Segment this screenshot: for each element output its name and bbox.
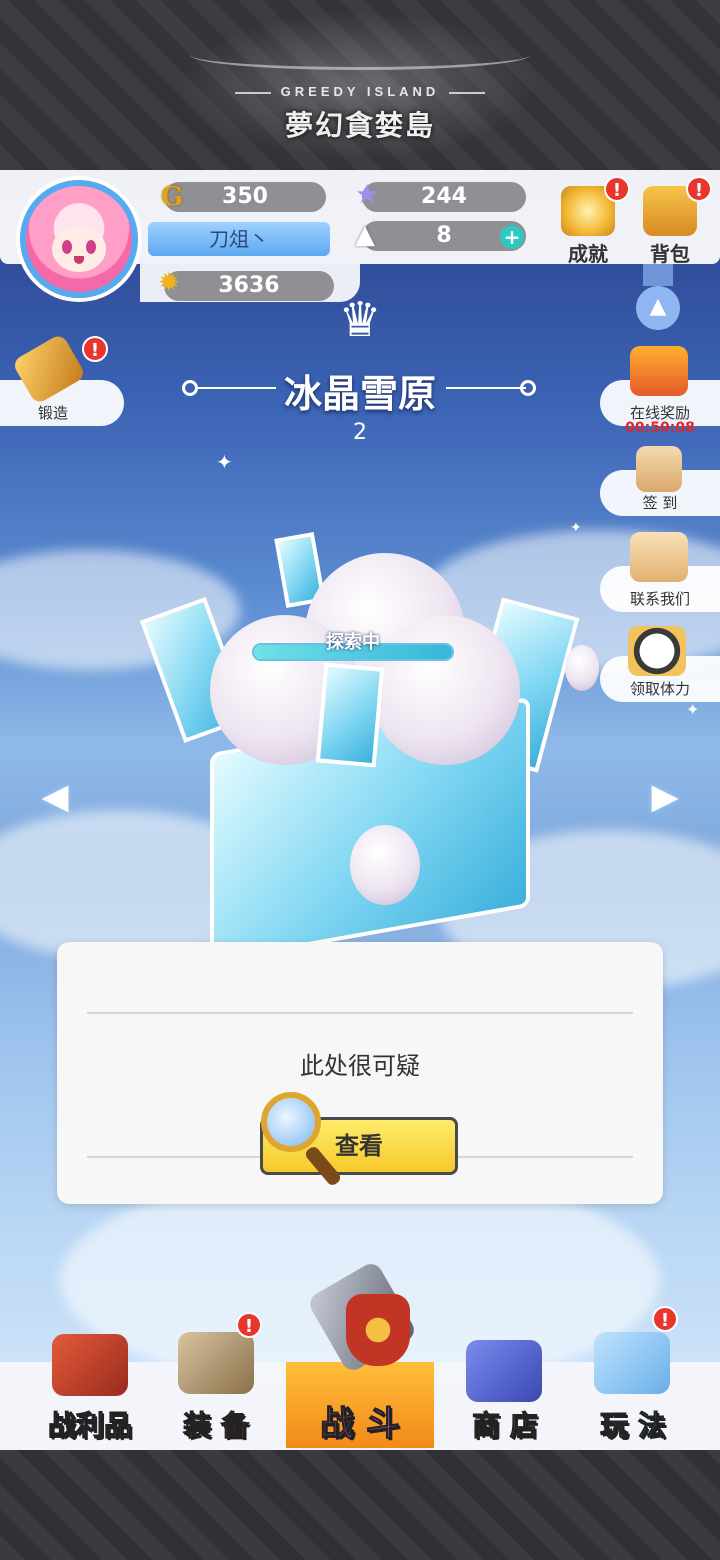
nav-loot-label: 战利品 bbox=[47, 1409, 132, 1443]
star-counter: 244 bbox=[362, 182, 526, 212]
power-counter: 3636 bbox=[164, 271, 334, 301]
scroll-up-strip bbox=[643, 264, 673, 286]
stage-title: 冰晶雪原 bbox=[283, 372, 436, 416]
ice-crystal bbox=[315, 662, 385, 768]
nav-equipment-label: 装 备 bbox=[183, 1409, 250, 1443]
nav-battle[interactable]: 战 斗 bbox=[286, 1259, 434, 1450]
nav-shop-label: 商 店 bbox=[472, 1409, 539, 1443]
backpack-label: 背包 bbox=[650, 242, 690, 266]
backpack-badge: ! bbox=[686, 176, 712, 202]
sparkle-icon: ✦ bbox=[686, 700, 700, 719]
exploration-status: 探索中 bbox=[326, 632, 380, 653]
logo-chinese: 夢幻貪婪島 bbox=[284, 109, 435, 142]
avatar-eye bbox=[62, 240, 72, 254]
achievement-badge: ! bbox=[604, 176, 630, 202]
logo-swirl bbox=[190, 40, 530, 70]
sparkle-icon: ✦ bbox=[216, 450, 233, 474]
armor-icon bbox=[178, 1332, 254, 1394]
nav-battle-label: 战 斗 bbox=[320, 1404, 401, 1445]
crown-ornament-icon: ♛ bbox=[338, 292, 382, 348]
power-medal-icon: ✹ bbox=[158, 268, 180, 298]
avatar-face bbox=[52, 226, 106, 272]
equipment-badge: ! bbox=[236, 1312, 262, 1338]
map-scroll-icon bbox=[636, 446, 682, 492]
letter-quill-icon bbox=[630, 532, 688, 582]
previous-stage-arrow[interactable]: ◂ bbox=[20, 760, 90, 830]
ice-island[interactable] bbox=[139, 525, 599, 964]
dialog-message: 此处很可疑 bbox=[300, 1052, 420, 1080]
shield-icon bbox=[346, 1294, 410, 1366]
avatar-eye bbox=[86, 240, 96, 254]
forge-badge: ! bbox=[82, 336, 108, 362]
logo-english: GREEDY ISLAND bbox=[0, 84, 720, 99]
scroll-up-button[interactable]: ▲ bbox=[636, 286, 680, 330]
achievement-label: 成就 bbox=[568, 242, 608, 266]
bottom-frame bbox=[0, 1450, 720, 1560]
map-pin-icon bbox=[594, 1332, 670, 1394]
nav-gameplay[interactable]: 玩 法 bbox=[578, 1332, 688, 1450]
event-dialog: 此处很可疑 查看 bbox=[57, 942, 663, 1204]
stage-number: 2 bbox=[353, 420, 367, 445]
magnifier-icon bbox=[261, 1092, 321, 1152]
next-stage-arrow[interactable]: ▸ bbox=[630, 760, 700, 830]
add-stamina-button[interactable]: + bbox=[500, 225, 524, 249]
gold-icon: G bbox=[160, 182, 184, 212]
rice-ball-icon bbox=[628, 626, 686, 676]
nav-loot[interactable]: 战利品 bbox=[30, 1334, 150, 1450]
nav-equipment[interactable]: 装 备 bbox=[164, 1332, 268, 1450]
rice-ball-icon: ▲ bbox=[355, 220, 375, 250]
nav-gameplay-label: 玩 法 bbox=[600, 1409, 667, 1443]
contact-us-label: 联系我们 bbox=[629, 590, 690, 608]
egg bbox=[350, 825, 420, 905]
g-card-icon bbox=[466, 1340, 542, 1402]
check-in-label: 签 到 bbox=[642, 494, 678, 512]
avatar-mouth bbox=[74, 256, 84, 264]
gameplay-badge: ! bbox=[652, 1306, 678, 1332]
top-frame: GREEDY ISLAND 夢幻貪婪島 bbox=[0, 0, 720, 170]
player-avatar[interactable] bbox=[20, 180, 138, 298]
star-icon: ★ bbox=[355, 180, 379, 210]
dialog-divider bbox=[87, 1012, 633, 1014]
book-icon bbox=[52, 1334, 128, 1396]
nav-shop[interactable]: 商 店 bbox=[450, 1340, 560, 1450]
claim-stamina-label: 领取体力 bbox=[629, 680, 690, 698]
player-name: 刀俎丶 bbox=[148, 222, 330, 256]
egg bbox=[565, 645, 599, 691]
